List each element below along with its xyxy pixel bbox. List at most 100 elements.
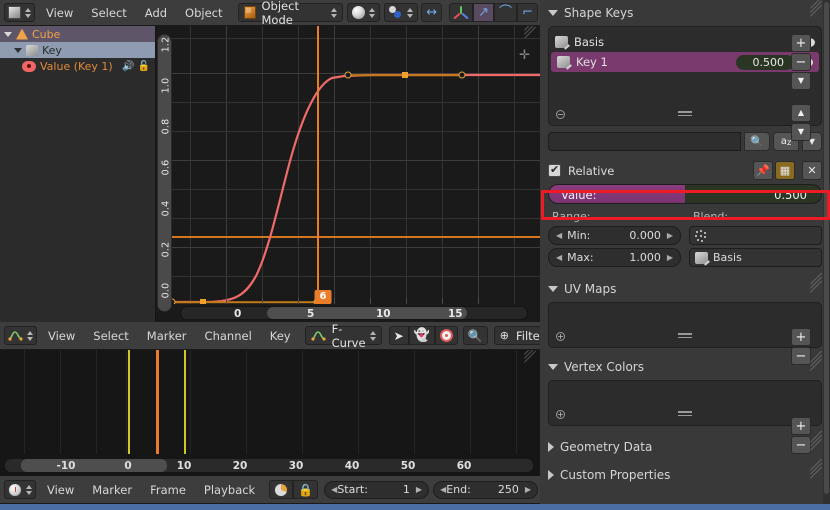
menu-channel[interactable]: Channel <box>196 323 261 349</box>
relative-key-field[interactable]: Basis <box>689 248 822 267</box>
fcurve-mode-selector[interactable]: F-Curve <box>304 322 382 350</box>
search-input[interactable] <box>548 132 741 151</box>
expand-triangle-icon[interactable] <box>548 364 558 370</box>
chevron-right-icon[interactable]: ▶ <box>667 253 673 262</box>
vertex-group-field[interactable] <box>689 226 822 245</box>
menu-marker[interactable]: Marker <box>138 323 196 349</box>
menu-view[interactable]: View <box>37 0 82 26</box>
editor-type-selector[interactable] <box>4 326 37 345</box>
shape-key-row-basis[interactable]: Basis <box>549 32 821 52</box>
chevron-left-icon[interactable]: ◀ <box>556 253 562 262</box>
pin-icon[interactable]: 📌 <box>753 161 773 180</box>
channel-key[interactable]: Key <box>0 42 155 58</box>
cursor-tool-button[interactable]: ➤ <box>388 326 409 345</box>
manipulator-rotate-button[interactable]: ↗ <box>473 3 495 22</box>
menu-playback[interactable]: Playback <box>195 477 264 503</box>
ghost-curves-button[interactable]: 👻 <box>408 326 435 345</box>
sync-range-button[interactable] <box>269 480 294 499</box>
dopesheet-scrollbar-thumb[interactable] <box>21 459 167 472</box>
eye-icon[interactable] <box>22 60 36 72</box>
datablock-icon[interactable]: ▦ <box>775 161 795 180</box>
graph-x-scrollbar-thumb[interactable] <box>267 307 467 319</box>
remove-shape-key-button[interactable]: − <box>791 53 811 71</box>
add-uv-map-button[interactable]: + <box>791 328 811 346</box>
move-shape-key-up-button[interactable]: ▲ <box>791 104 811 122</box>
add-row-icon[interactable]: + <box>556 332 565 341</box>
expand-triangle-icon[interactable] <box>548 286 558 292</box>
snap-selector[interactable] <box>384 3 419 22</box>
manipulator-translate-button[interactable] <box>449 3 474 22</box>
chevron-right-icon[interactable]: ▶ <box>667 231 673 240</box>
menu-key[interactable]: Key <box>261 323 300 349</box>
start-frame-field[interactable]: ◀ Start: 1 ▶ <box>324 480 430 499</box>
move-shape-key-down-button[interactable]: ▼ <box>791 123 811 141</box>
unlocked-icon[interactable]: 🔓 <box>138 61 155 72</box>
expand-triangle-icon[interactable] <box>548 442 554 452</box>
keyframe-marker[interactable] <box>128 350 130 454</box>
menu-select[interactable]: Select <box>84 323 137 349</box>
expand-triangle-icon[interactable] <box>4 31 12 37</box>
keyframe-point[interactable] <box>402 72 408 78</box>
menu-frame[interactable]: Frame <box>141 477 195 503</box>
shape-key-row-key1[interactable]: Key 1 0.500 <box>551 52 819 72</box>
graph-editor[interactable]: ✛ 6 1.2 1.0 0.8 0.6 0.4 0.2 0.0 0 5 10 1… <box>156 26 540 322</box>
list-resize-grip-icon[interactable] <box>678 411 692 418</box>
playhead[interactable] <box>317 26 319 304</box>
dopesheet-body[interactable]: -10 0 10 20 30 40 50 60 <box>0 350 540 476</box>
expand-triangle-icon[interactable] <box>14 47 22 53</box>
channel-cube[interactable]: Cube <box>0 26 155 42</box>
manipulator-curve-button[interactable]: ⌒ <box>494 3 518 22</box>
properties-scrollbar[interactable] <box>823 0 830 510</box>
shape-key-specials-button[interactable]: ▼ <box>791 72 811 90</box>
add-vertex-color-button[interactable]: + <box>791 417 811 435</box>
speaker-icon[interactable]: 🔊 <box>122 61 137 72</box>
keyframe-handle[interactable] <box>172 298 176 304</box>
relative-checkbox[interactable] <box>548 163 561 177</box>
properties-scrollbar-thumb[interactable] <box>824 2 829 494</box>
menu-marker[interactable]: Marker <box>83 477 141 503</box>
editor-type-selector[interactable] <box>4 480 36 499</box>
keyframe-handle[interactable] <box>458 71 466 79</box>
vertex-colors-list[interactable]: + <box>548 380 822 426</box>
lock-range-button[interactable]: 🔒 <box>293 480 319 499</box>
panel-header-custom-properties[interactable]: Custom Properties <box>540 462 830 488</box>
shape-key-value[interactable]: 0.500 <box>736 54 794 70</box>
range-min-field[interactable]: ◀ Min: 0.000 ▶ <box>548 226 681 245</box>
manipulator-scale-button[interactable]: ⌐ <box>517 3 538 22</box>
list-resize-grip-icon[interactable] <box>678 333 692 340</box>
menu-add[interactable]: Add <box>136 0 176 26</box>
proportional-edit-toggle[interactable]: ↔ <box>421 3 443 22</box>
chevron-right-icon[interactable]: ▶ <box>416 485 422 494</box>
expand-triangle-icon[interactable] <box>548 470 554 480</box>
graph-x-scrollbar[interactable] <box>180 306 528 320</box>
panel-header-vertex-colors[interactable]: Vertex Colors <box>540 354 830 380</box>
keyframe-marker[interactable] <box>184 350 186 454</box>
magnifier-icon[interactable]: 🔍 <box>744 132 770 151</box>
menu-select[interactable]: Select <box>82 0 135 26</box>
add-row-icon[interactable]: + <box>556 410 565 419</box>
normalize-button[interactable]: 🔍 <box>462 326 488 345</box>
close-x-icon[interactable]: ✕ <box>802 161 822 180</box>
menu-object[interactable]: Object <box>176 0 231 26</box>
menu-view[interactable]: View <box>39 323 84 349</box>
expand-triangle-icon[interactable] <box>548 10 558 16</box>
chevron-left-icon[interactable]: ◀ <box>556 231 562 240</box>
uv-maps-list[interactable]: + <box>548 302 822 348</box>
shape-keys-list[interactable]: Basis Key 1 0.500 − <box>548 26 822 126</box>
panel-header-uv-maps[interactable]: UV Maps <box>540 276 830 302</box>
add-shape-key-button[interactable]: + <box>791 34 811 52</box>
collapse-list-icon[interactable]: − <box>556 110 565 119</box>
list-resize-grip-icon[interactable] <box>678 111 692 118</box>
panel-header-geometry-data[interactable]: Geometry Data <box>540 434 830 460</box>
end-frame-field[interactable]: ◀ End: 250 ▶ <box>433 480 538 499</box>
channel-value-key1[interactable]: Value (Key 1) 🔊 🔓 <box>0 58 155 74</box>
keyframe-handle[interactable] <box>344 71 352 79</box>
panel-header-shape-keys[interactable]: Shape Keys <box>540 0 830 26</box>
shading-selector[interactable] <box>347 3 381 22</box>
value-slider[interactable]: Value: 0.500 <box>548 184 822 204</box>
proportional-edit-button[interactable] <box>434 326 458 345</box>
range-max-field[interactable]: ◀ Max: 1.000 ▶ <box>548 248 681 267</box>
dopesheet-scrollbar[interactable] <box>4 458 534 473</box>
editor-type-selector[interactable] <box>4 3 35 22</box>
menu-view[interactable]: View <box>38 477 83 503</box>
